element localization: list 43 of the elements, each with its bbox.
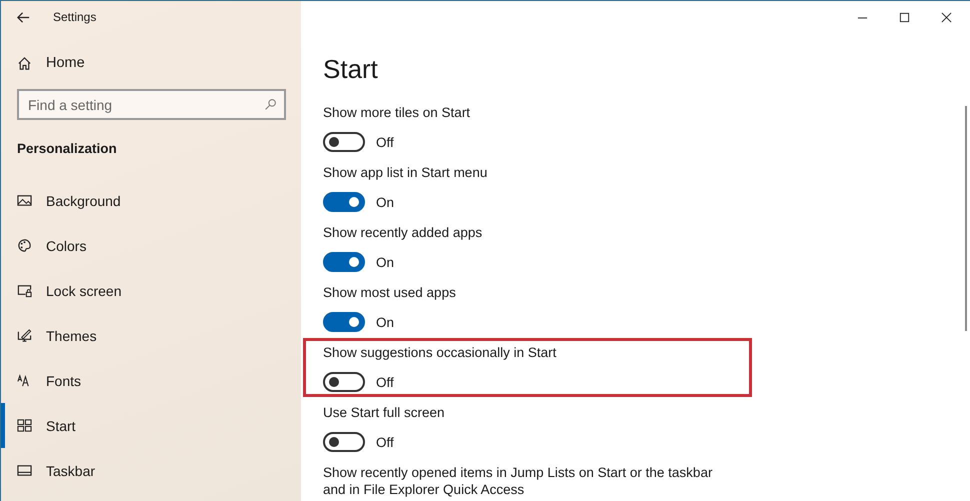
- search-icon: [264, 98, 277, 111]
- maximize-icon[interactable]: [899, 12, 910, 22]
- search-field[interactable]: Find a setting: [17, 89, 286, 120]
- nav-item[interactable]: Start: [1, 403, 301, 448]
- toggle-state: On: [376, 194, 394, 210]
- toggle-state: Off: [376, 374, 394, 390]
- toggle-switch[interactable]: [323, 432, 365, 452]
- picture-icon: [17, 193, 32, 208]
- nav-item[interactable]: Fonts: [1, 358, 301, 403]
- setting-label: Show recently added apps: [323, 224, 482, 242]
- nav-item[interactable]: Background: [1, 178, 301, 223]
- toggle-switch[interactable]: [323, 252, 365, 272]
- setting-label: Show suggestions occasionally in Start: [323, 344, 556, 362]
- setting-label: Show more tiles on Start: [323, 104, 470, 122]
- toggle-state: Off: [376, 434, 394, 450]
- home-link[interactable]: Home: [1, 55, 101, 71]
- tiles-icon: [17, 418, 32, 433]
- section-heading: Personalization: [17, 141, 117, 156]
- toggle-state: Off: [376, 134, 394, 150]
- toggle-state: On: [376, 314, 394, 330]
- back-arrow-icon[interactable]: [16, 10, 31, 24]
- setting-label: Show most used apps: [323, 284, 456, 302]
- toggle-state: On: [376, 254, 394, 270]
- setting-label: Show app list in Start menu: [323, 164, 488, 182]
- toggle-switch[interactable]: [323, 132, 365, 152]
- setting-label: Show recently opened items in Jump Lists on Start or the taskbar and in File Explorer Quick Access: [323, 464, 714, 498]
- toggle-switch[interactable]: [323, 372, 365, 392]
- palette-icon: [17, 238, 32, 253]
- setting-label: Use Start full screen: [323, 404, 445, 422]
- nav-item[interactable]: Colors: [1, 223, 301, 268]
- monitor-lock-icon: [17, 283, 32, 298]
- page-title: Start: [323, 53, 378, 86]
- toggle-switch[interactable]: [323, 312, 365, 332]
- home-icon: [17, 56, 32, 70]
- nav-item[interactable]: Themes: [1, 313, 301, 358]
- nav-item[interactable]: Lock screen: [1, 268, 301, 313]
- nav-item[interactable]: Taskbar: [1, 448, 301, 493]
- brush-monitor-icon: [17, 328, 32, 343]
- toggle-switch[interactable]: [323, 192, 365, 212]
- close-icon[interactable]: [941, 12, 952, 22]
- taskbar-icon: [17, 463, 32, 478]
- window-title: Settings: [53, 10, 96, 24]
- scrollbar[interactable]: [965, 106, 967, 331]
